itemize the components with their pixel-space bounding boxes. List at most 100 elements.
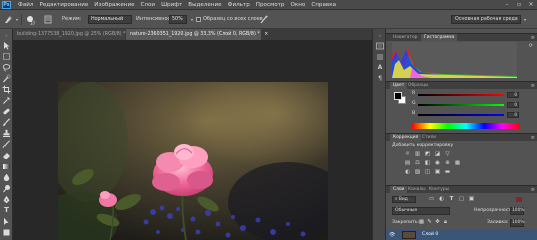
color-balance-icon[interactable]: ⚖ (414, 160, 421, 166)
lock-position-icon[interactable]: ✥ (434, 219, 441, 225)
dropdown-arrow-icon[interactable]: ▾ (13, 15, 21, 24)
properties-icon[interactable] (376, 53, 384, 61)
invert-icon[interactable]: ◐ (404, 169, 411, 175)
panel-menu-icon[interactable]: ≡ (531, 34, 535, 42)
eraser-icon[interactable] (2, 151, 11, 160)
doc-tab-building[interactable]: building-1377538_1920.jpg @ 25% (RGB/8) … (13, 29, 134, 40)
exposure-icon[interactable]: ◪ (434, 151, 441, 157)
menu-view[interactable]: Просмотр (253, 0, 288, 10)
red-value[interactable]: 0 (507, 92, 519, 98)
doc-tab-nature[interactable]: nature-2360351_1920.jpg @ 33,3% (Слой 0,… (126, 29, 268, 40)
filter-toggle[interactable] (516, 197, 522, 202)
photo-filter-icon[interactable]: ◉ (434, 160, 441, 166)
green-slider[interactable] (418, 104, 504, 106)
black-white-icon[interactable]: ◧ (424, 160, 431, 166)
filter-shape-icon[interactable]: ▢ (458, 196, 465, 202)
opacity-input[interactable]: 100% (510, 207, 525, 215)
blue-value[interactable]: 0 (507, 112, 519, 118)
lock-all-icon[interactable]: 🔒︎ (442, 219, 449, 225)
workspace-select[interactable]: Основная рабочая среда (451, 15, 521, 24)
tool-preset-icon[interactable] (4, 15, 12, 24)
filter-pixel-icon[interactable]: ▭ (428, 196, 435, 202)
shape-icon[interactable] (2, 228, 11, 237)
menu-window[interactable]: Окно (287, 0, 308, 10)
tab-histogram[interactable]: Гистограмма (421, 34, 458, 42)
tab-styles[interactable]: Стили (419, 134, 439, 142)
color-spectrum[interactable] (412, 123, 520, 129)
pressure-brush-icon[interactable] (260, 15, 268, 24)
color-lookup-icon[interactable]: ▦ (454, 160, 461, 166)
pen-icon[interactable] (2, 195, 11, 204)
tab-paths[interactable]: Контуры (426, 186, 452, 194)
vibrance-icon[interactable]: ▽ (444, 151, 451, 157)
gradient-map-icon[interactable]: ▬ (444, 169, 451, 175)
move-icon[interactable] (2, 41, 11, 50)
layer-filter-select[interactable]: ⌕ Вид (392, 196, 416, 203)
eyedropper-icon[interactable] (2, 96, 11, 105)
close-icon[interactable]: ✕ (527, 1, 535, 8)
workspace-dropdown-icon[interactable]: ▾ (521, 15, 529, 24)
brush-icon[interactable] (2, 118, 11, 127)
layer-name[interactable]: Слой 0 (422, 231, 438, 239)
maximize-icon[interactable]: ▫ (515, 1, 523, 8)
collapse-dock-icon[interactable]: « (376, 32, 384, 40)
histogram-refresh-icon[interactable]: ⟳ (529, 43, 533, 49)
blend-mode-select[interactable]: Обычные (392, 207, 450, 215)
gradient-icon[interactable] (2, 162, 11, 171)
tab-navigator[interactable]: Навигатор (390, 34, 420, 42)
marquee-icon[interactable] (2, 52, 11, 61)
curves-icon[interactable]: ◩ (424, 151, 431, 157)
brush-panel-icon[interactable] (44, 15, 52, 24)
history-icon[interactable] (376, 42, 384, 50)
path-select-icon[interactable] (2, 217, 11, 226)
green-value[interactable]: 0 (507, 102, 519, 108)
intensity-input[interactable]: 50% (169, 15, 187, 24)
brightness-contrast-icon[interactable]: ☼ (404, 151, 411, 157)
filter-type-icon[interactable]: T (448, 196, 455, 202)
selective-color-icon[interactable]: ▣ (434, 169, 441, 175)
panel-menu-icon[interactable]: ≡ (531, 134, 535, 142)
hue-saturation-icon[interactable]: ▤ (404, 160, 411, 166)
blue-slider[interactable] (418, 114, 504, 116)
panel-menu-icon[interactable]: ≡ (531, 82, 535, 90)
red-slider[interactable] (418, 94, 504, 96)
foreground-color-front[interactable] (394, 92, 402, 100)
paragraph-icon[interactable]: ¶ (376, 75, 384, 83)
type-icon[interactable]: T (2, 206, 11, 215)
panel-menu-icon[interactable]: ≡ (531, 186, 535, 194)
lock-transparent-icon[interactable]: ▦ (418, 219, 425, 225)
minimize-icon[interactable]: – (503, 1, 511, 8)
channel-mixer-icon[interactable]: ⊕ (444, 160, 451, 166)
filter-smart-icon[interactable]: ▣ (468, 196, 475, 202)
crop-icon[interactable] (2, 85, 11, 94)
menu-type[interactable]: Шрифт (158, 0, 185, 10)
menu-help[interactable]: Справка (308, 0, 339, 10)
menu-image[interactable]: Изображение (91, 0, 137, 10)
collapse-tools-icon[interactable]: » (2, 31, 11, 40)
posterize-icon[interactable]: ▨ (414, 169, 421, 175)
menu-file[interactable]: Файл (15, 0, 36, 10)
dodge-icon[interactable] (2, 184, 11, 193)
clone-stamp-icon[interactable] (2, 129, 11, 138)
lock-pixels-icon[interactable]: ✎ (426, 219, 433, 225)
levels-icon[interactable]: ▥ (414, 151, 421, 157)
healing-icon[interactable] (2, 107, 11, 116)
threshold-icon[interactable]: ◫ (424, 169, 431, 175)
sample-all-checkbox[interactable] (196, 17, 201, 22)
menu-layers[interactable]: Слои (138, 0, 159, 10)
menu-filter[interactable]: Фильтр (225, 0, 253, 10)
menu-edit[interactable]: Редактирование (36, 0, 91, 10)
tab-adjustments[interactable]: Коррекция (390, 134, 422, 142)
fill-input[interactable]: 100% (510, 219, 525, 227)
character-icon[interactable]: A (376, 64, 384, 72)
document-image[interactable] (58, 82, 328, 240)
mode-select[interactable]: Нормальный (88, 15, 132, 24)
history-brush-icon[interactable] (2, 140, 11, 149)
layer-row-0[interactable]: 👁︎ Слой 0 (386, 230, 537, 240)
intensity-dropdown-icon[interactable]: ▾ (188, 15, 196, 24)
tab-swatches[interactable]: Образцы (405, 82, 431, 90)
menu-select[interactable]: Выделение (185, 0, 224, 10)
eye-icon[interactable]: 👁︎ (389, 232, 396, 238)
lasso-icon[interactable] (2, 63, 11, 72)
quick-select-icon[interactable] (2, 74, 11, 83)
